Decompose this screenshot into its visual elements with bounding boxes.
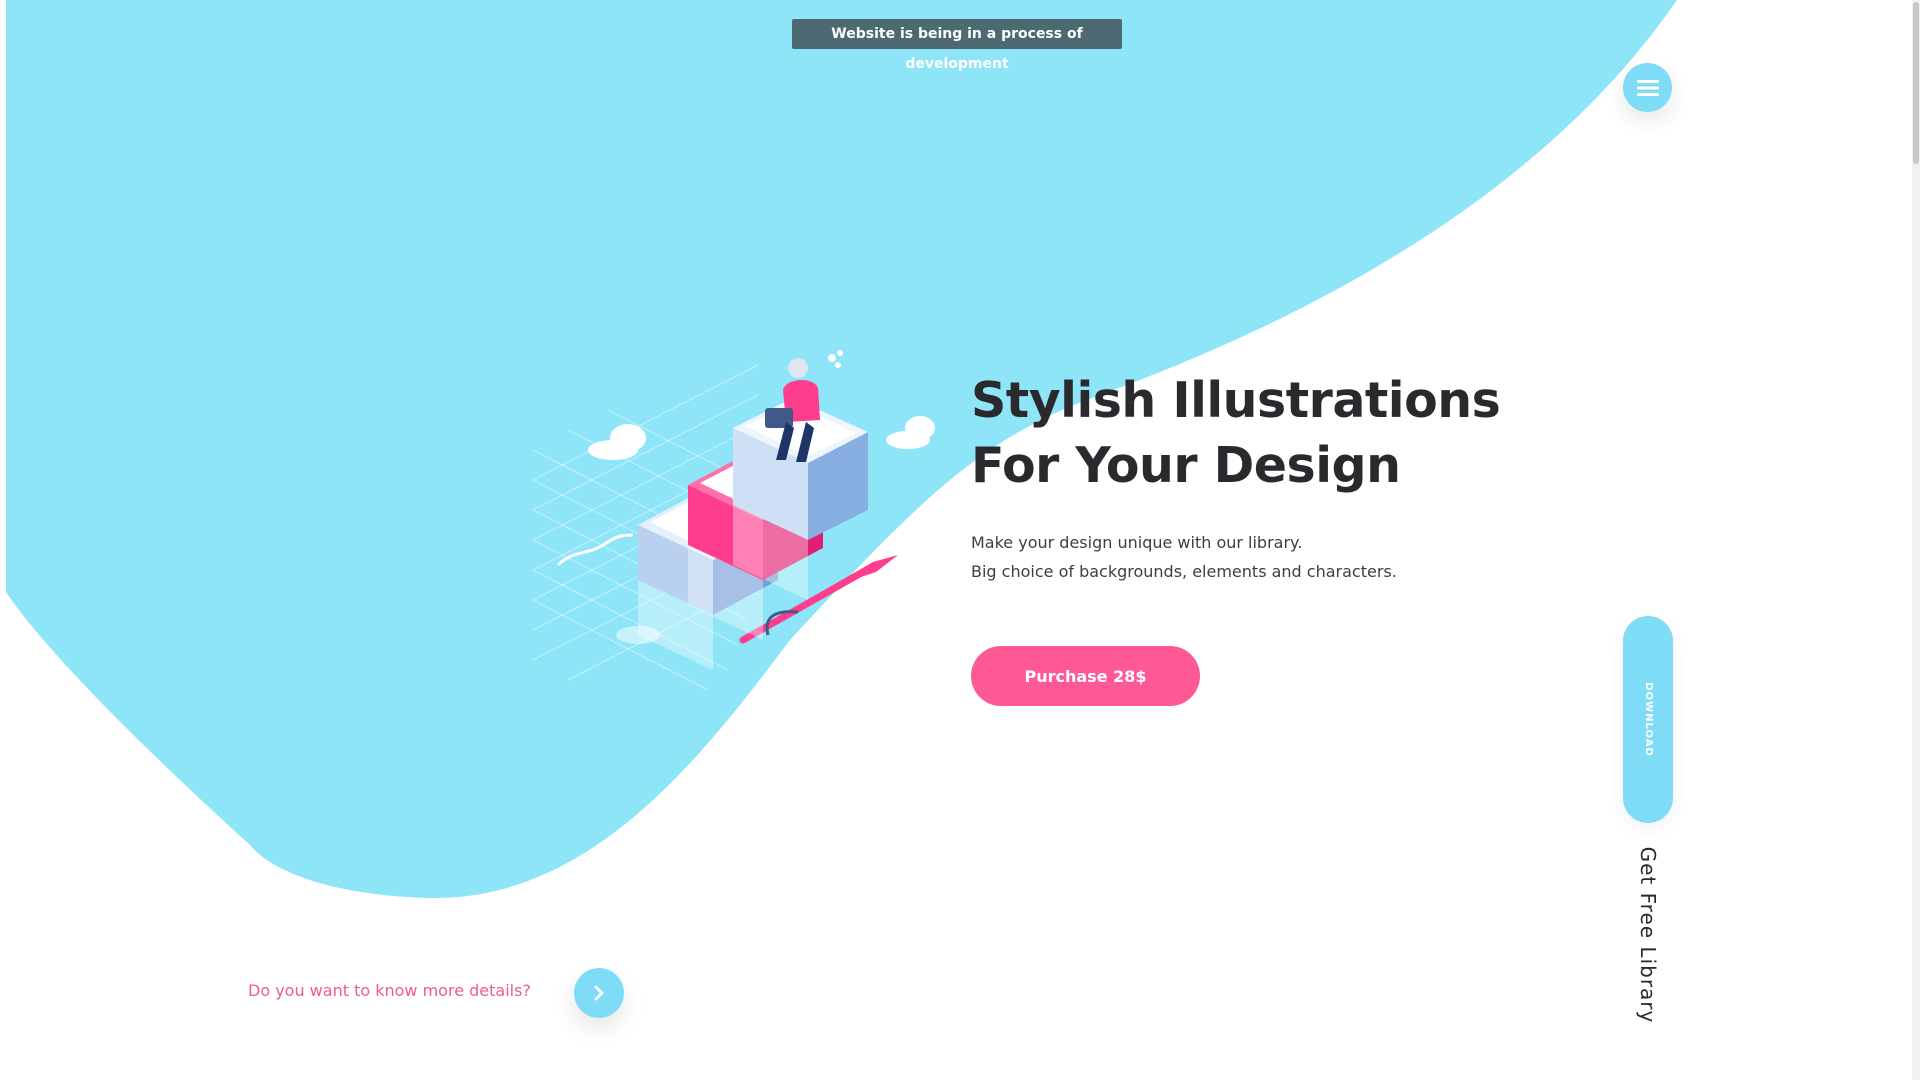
hamburger-menu-icon [1636, 79, 1659, 96]
more-details-text: Do you want to know more details? [248, 981, 531, 1000]
purchase-button[interactable]: Purchase 28$ [971, 646, 1200, 706]
download-button[interactable]: DOWNLOAD [1623, 616, 1673, 823]
left-edge-strip [0, 0, 6, 1080]
hero-title-line-1: Stylish Illustrations [971, 372, 1501, 429]
hero-title: Stylish Illustrations For Your Design [971, 368, 1571, 498]
isometric-books-illustration [532, 350, 935, 714]
hero-title-line-2: For Your Design [971, 437, 1401, 494]
hero-description-line-1: Make your design unique with our library… [971, 533, 1303, 552]
scrollbar-thumb[interactable] [1913, 2, 1919, 164]
more-details-next-button[interactable] [574, 968, 624, 1018]
development-notice-banner: Website is being in a process of develop… [792, 19, 1122, 72]
chevron-right-icon [594, 985, 604, 1001]
menu-button[interactable] [1623, 63, 1672, 112]
hero-description: Make your design unique with our library… [971, 528, 1571, 586]
landing-page: Website is being in a process of develop… [0, 0, 1920, 1080]
download-label: DOWNLOAD [1642, 682, 1654, 757]
get-free-library-label[interactable]: Get Free Library [1636, 847, 1660, 1024]
hero-description-line-2: Big choice of backgrounds, elements and … [971, 562, 1397, 581]
